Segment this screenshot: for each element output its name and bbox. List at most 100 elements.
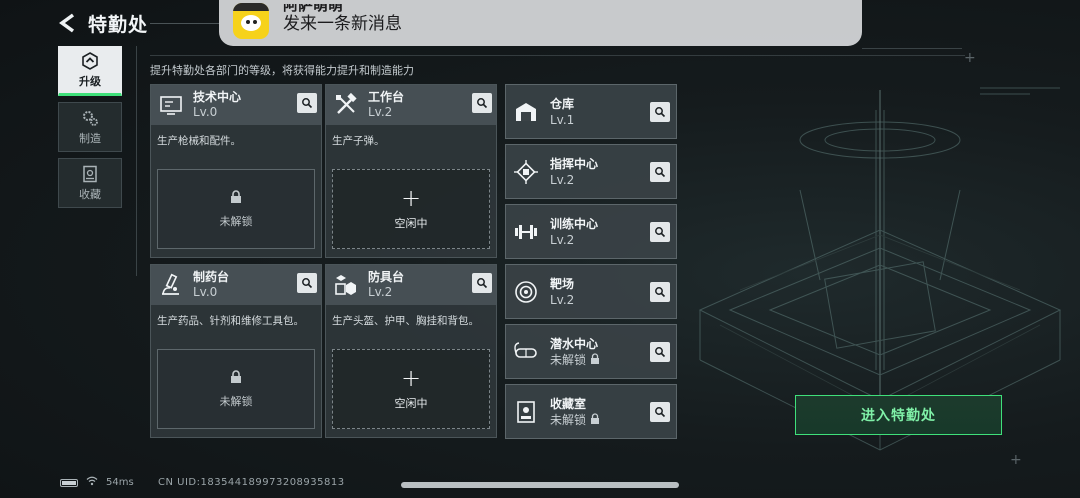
- idle-slot[interactable]: + 空闲中: [332, 349, 490, 429]
- pharmacy-icon: [157, 271, 185, 299]
- slot-status: 空闲中: [394, 217, 428, 230]
- card-description: 生产药品、针剂和维修工具包。: [157, 315, 304, 327]
- slot-status: 空闲中: [394, 397, 428, 410]
- locked-slot: 未解锁: [157, 169, 315, 249]
- corner-crosshair-icon: +: [1010, 452, 1022, 468]
- lock-icon: [230, 369, 242, 387]
- search-icon[interactable]: [650, 342, 670, 362]
- room-command-center[interactable]: 指挥中心 Lv.2: [505, 144, 677, 199]
- card-description: 生产枪械和配件。: [157, 135, 241, 147]
- room-name: 训练中心: [550, 216, 599, 231]
- dumbbell-icon: [512, 218, 540, 246]
- search-icon[interactable]: [650, 102, 670, 122]
- warehouse-icon: [512, 98, 540, 126]
- side-tab-bar: 升级 制造 收藏: [58, 46, 122, 214]
- tab-label: 升级: [79, 74, 101, 88]
- plus-icon: +: [400, 184, 422, 212]
- card-armor-bench[interactable]: 防具台 Lv.2 生产头盔、护甲、胸挂和背包。 + 空闲中: [325, 264, 497, 438]
- card-pharmacy[interactable]: 制药台 Lv.0 生产药品、针剂和维修工具包。 未解锁: [150, 264, 322, 438]
- slot-status: 未解锁: [219, 214, 253, 228]
- page-header: 特勤处: [56, 8, 148, 38]
- lock-icon: [590, 412, 600, 428]
- search-icon[interactable]: [472, 93, 492, 113]
- card-description: 生产头盔、护甲、胸挂和背包。: [332, 315, 479, 327]
- card-level: Lv.2: [368, 285, 393, 299]
- room-name: 指挥中心: [550, 156, 599, 171]
- idle-slot[interactable]: + 空闲中: [332, 169, 490, 249]
- armor-bench-icon: [332, 271, 360, 299]
- room-level: Lv.2: [550, 232, 575, 247]
- card-level: Lv.0: [193, 105, 218, 119]
- search-icon[interactable]: [297, 93, 317, 113]
- header-divider-right: [862, 48, 962, 49]
- tab-manufacture[interactable]: 制造: [58, 102, 122, 152]
- home-indicator[interactable]: [401, 482, 679, 488]
- card-level: Lv.0: [193, 285, 218, 299]
- battery-icon: [60, 478, 78, 487]
- room-name: 收藏室: [550, 396, 587, 411]
- room-lock-status: 未解锁: [550, 352, 600, 368]
- upgrade-icon: [81, 51, 99, 70]
- app-icon: [233, 3, 269, 39]
- corner-crosshair-icon: +: [964, 50, 976, 66]
- ping-value: 54ms: [106, 477, 134, 488]
- room-level: Lv.2: [550, 172, 575, 187]
- room-level: Lv.1: [550, 112, 575, 127]
- notification-banner[interactable]: 阿萨萌萌 发来一条新消息 刚刚: [219, 0, 862, 46]
- card-name: 防具台: [368, 270, 405, 284]
- room-training-center[interactable]: 训练中心 Lv.2: [505, 204, 677, 259]
- room-collection-room[interactable]: 收藏室 未解锁: [505, 384, 677, 439]
- tab-label: 制造: [79, 131, 101, 145]
- room-warehouse[interactable]: 仓库 Lv.1: [505, 84, 677, 139]
- enter-special-ops-button[interactable]: 进入特勤处: [795, 395, 1002, 435]
- card-workbench[interactable]: 工作台 Lv.2 生产子弹。 + 空闲中: [325, 84, 497, 258]
- tab-upgrade[interactable]: 升级: [58, 46, 122, 96]
- tech-center-icon: [157, 91, 185, 119]
- room-level: 未解锁: [550, 352, 587, 367]
- search-icon[interactable]: [650, 402, 670, 422]
- lock-icon: [230, 189, 242, 207]
- room-name: 仓库: [550, 96, 575, 111]
- command-center-icon: [512, 158, 540, 186]
- notification-app-name: 阿萨萌萌: [283, 3, 344, 13]
- collection-room-icon: [512, 398, 540, 426]
- target-icon: [512, 278, 540, 306]
- room-shooting-range[interactable]: 靶场 Lv.2: [505, 264, 677, 319]
- search-icon[interactable]: [650, 282, 670, 302]
- card-name: 技术中心: [193, 90, 242, 104]
- wifi-icon: [86, 476, 98, 489]
- card-description: 生产子弹。: [332, 135, 385, 147]
- notification-message: 发来一条新消息: [283, 13, 402, 34]
- side-divider: [136, 46, 137, 276]
- content-top-rule: [150, 55, 965, 56]
- card-tech-center[interactable]: 技术中心 Lv.0 生产枪械和配件。 未解锁: [150, 84, 322, 258]
- room-name: 靶场: [550, 276, 575, 291]
- room-level: Lv.2: [550, 292, 575, 307]
- tab-collection[interactable]: 收藏: [58, 158, 122, 208]
- room-name: 潜水中心: [550, 336, 599, 351]
- gears-icon: [81, 109, 99, 127]
- card-name: 工作台: [368, 90, 405, 104]
- search-icon[interactable]: [297, 273, 317, 293]
- tab-label: 收藏: [79, 187, 101, 201]
- diving-mask-icon: [512, 338, 540, 366]
- chevron-left-icon[interactable]: [56, 12, 78, 34]
- search-icon[interactable]: [650, 222, 670, 242]
- plus-icon: +: [400, 364, 422, 392]
- header-divider: [150, 23, 220, 24]
- page-subtitle: 提升特勤处各部门的等级，将获得能力提升和制造能力: [150, 64, 414, 77]
- user-uid: CN UID:183544189973208935813: [158, 477, 345, 488]
- card-level: Lv.2: [368, 105, 393, 119]
- room-diving-center[interactable]: 潜水中心 未解锁: [505, 324, 677, 379]
- slot-status: 未解锁: [219, 394, 253, 408]
- search-icon[interactable]: [650, 162, 670, 182]
- room-lock-status: 未解锁: [550, 412, 600, 428]
- card-name: 制药台: [193, 270, 230, 284]
- workbench-icon: [332, 91, 360, 119]
- status-bar: 54ms: [60, 476, 134, 489]
- locked-slot: 未解锁: [157, 349, 315, 429]
- room-level: 未解锁: [550, 412, 587, 427]
- page-title: 特勤处: [88, 13, 149, 36]
- lock-icon: [590, 352, 600, 368]
- search-icon[interactable]: [472, 273, 492, 293]
